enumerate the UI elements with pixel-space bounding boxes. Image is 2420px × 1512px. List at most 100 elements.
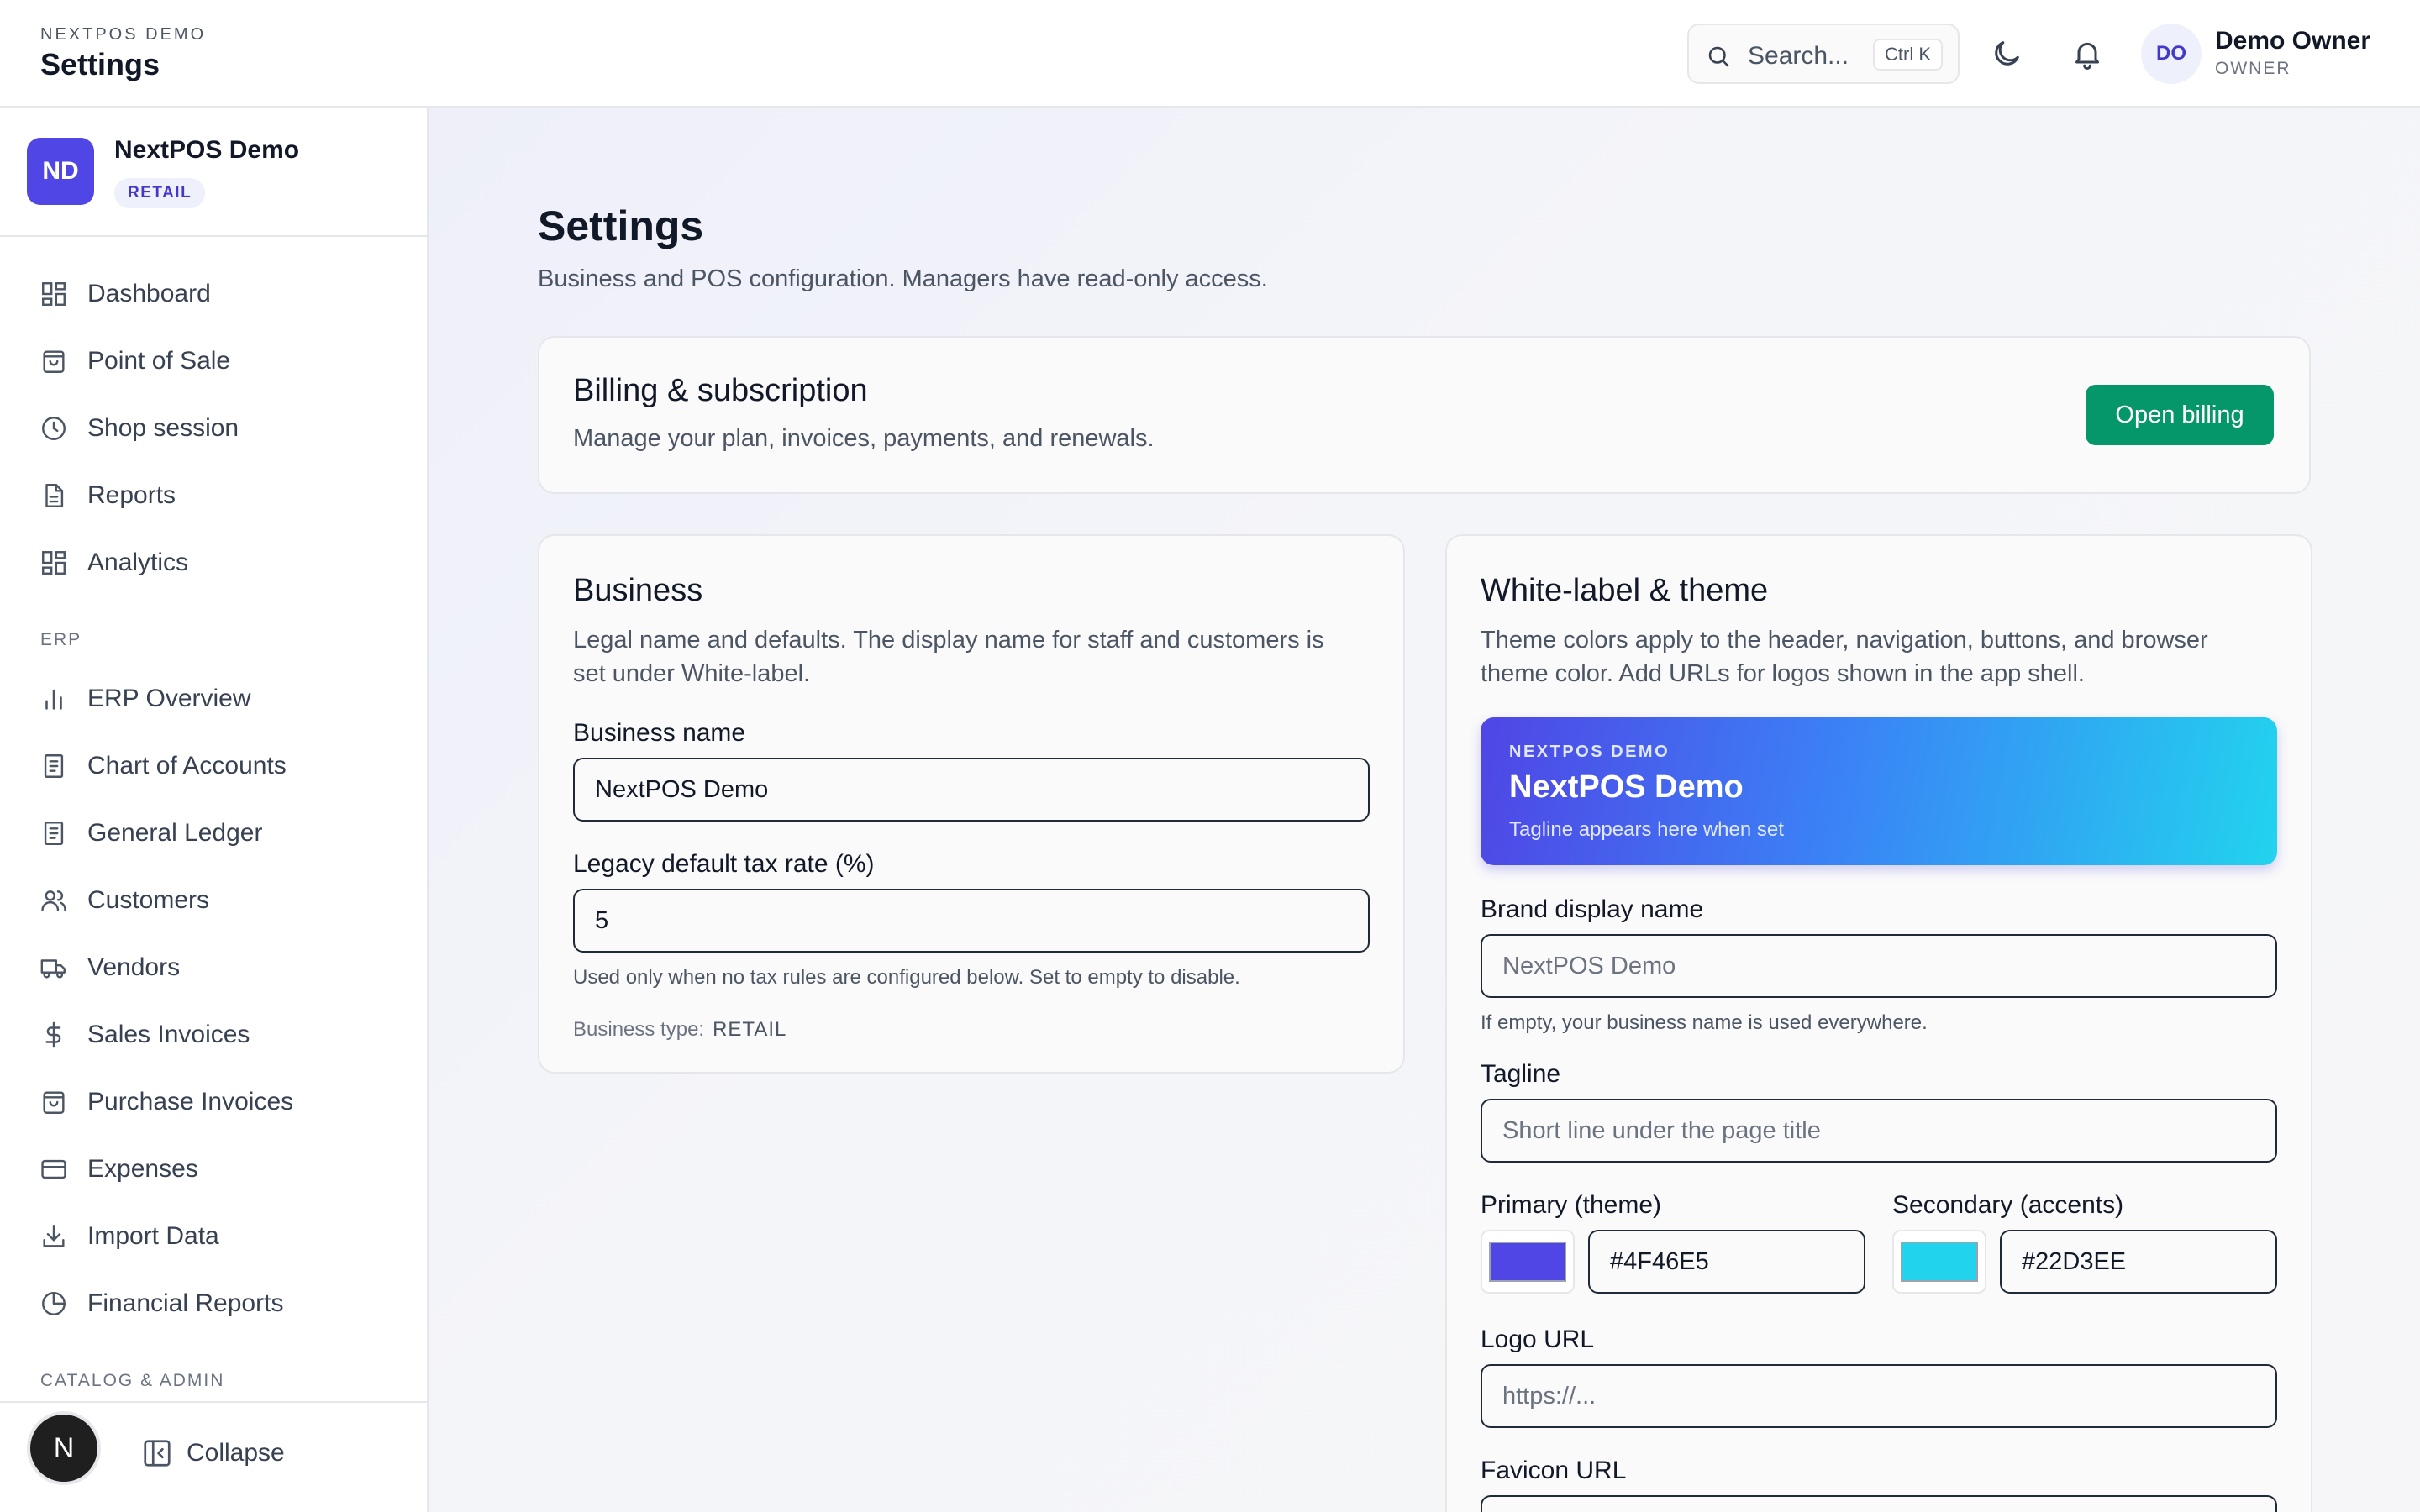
brand-display-name-label: Brand display name [1481,895,1704,923]
book-icon [37,816,71,850]
sidebar-item-label: Point of Sale [87,347,231,375]
user-role: OWNER [2215,59,2291,78]
secondary-color-label: Secondary (accents) [1892,1191,2124,1219]
business-name: NextPOS Demo [114,136,300,164]
primary-color-field[interactable] [1588,1230,1865,1294]
billing-title: Billing & subscription [573,373,868,408]
sidebar-item-import-data[interactable]: Import Data [37,1211,407,1262]
whitelabel-description-line2: theme color. Add URLs for logos shown in… [1481,660,2085,687]
header-title: Settings [40,47,160,81]
brand-display-name-field[interactable] [1481,934,2277,998]
brand-display-name-hint: If empty, your business name is used eve… [1481,1011,1928,1034]
tax-rate-field[interactable] [573,889,1370,953]
whitelabel-card-title: White-label & theme [1481,573,1769,608]
sidebar-item-expenses[interactable]: Expenses [37,1144,407,1194]
preview-brand-name: NextPOS Demo [1509,769,1744,805]
collapse-panel-icon [144,1440,171,1467]
sidebar-section-catalog-admin: CATALOG & ADMIN [40,1371,225,1390]
search-shortcut-hint: Ctrl K [1873,39,1943,71]
clock-icon [37,412,71,445]
theme-toggle-button[interactable] [1983,30,2030,77]
bell-icon [2075,42,2099,70]
whitelabel-description-line1: Theme colors apply to the header, naviga… [1481,627,2208,654]
sidebar: ND NextPOS Demo RETAIL Dashboard Point o… [0,108,429,1512]
business-type-label: Business type: [573,1018,705,1041]
shopping-bag-icon [37,344,71,378]
billing-card: Billing & subscription Manage your plan,… [538,336,2311,494]
sidebar-item-chart-of-accounts[interactable]: Chart of Accounts [37,741,407,791]
sidebar-item-financial-reports[interactable]: Financial Reports [37,1278,407,1329]
floating-app-badge[interactable]: N [30,1415,97,1482]
search-icon [1708,46,1729,67]
tagline-label: Tagline [1481,1060,1561,1088]
favicon-url-field[interactable] [1481,1495,2277,1512]
bar-chart-icon [37,682,71,716]
global-search[interactable]: Search... Ctrl K [1687,24,1960,84]
sidebar-item-reports[interactable]: Reports [37,470,407,521]
business-card-title: Business [573,573,703,608]
tax-rate-label: Legacy default tax rate (%) [573,850,875,878]
sidebar-item-erp-overview[interactable]: ERP Overview [37,674,407,724]
logo-url-field[interactable] [1481,1364,2277,1428]
top-bar: NEXTPOS DEMO Settings Search... Ctrl K D… [0,0,2420,108]
users-icon [37,884,71,917]
secondary-color-field[interactable] [2000,1230,2277,1294]
business-avatar: ND [27,138,94,205]
shopping-bag-icon [37,1085,71,1119]
sidebar-item-label: ERP Overview [87,685,251,712]
user-name[interactable]: Demo Owner [2215,27,2370,55]
business-switcher[interactable]: ND NextPOS Demo RETAIL [0,108,427,237]
business-card: Business Legal name and defaults. The di… [538,534,1405,1074]
sidebar-item-label: Purchase Invoices [87,1088,294,1116]
sidebar-item-point-of-sale[interactable]: Point of Sale [37,336,407,386]
sidebar-item-label: Financial Reports [87,1289,284,1317]
sidebar-item-label: Shop session [87,414,239,442]
sidebar-item-vendors[interactable]: Vendors [37,942,407,993]
sidebar-item-customers[interactable]: Customers [37,875,407,926]
preview-eyebrow: NEXTPOS DEMO [1509,743,1670,761]
page-subtitle: Business and POS configuration. Managers… [538,265,1268,292]
sidebar-item-label: Import Data [87,1222,219,1250]
sidebar-item-label: Analytics [87,549,189,576]
tax-rate-hint: Used only when no tax rules are configur… [573,966,1240,989]
main-content: Settings Business and POS configuration.… [429,108,2420,1512]
collapse-label: Collapse [187,1439,285,1467]
secondary-color-swatch [1901,1242,1978,1282]
collapse-sidebar-button[interactable]: Collapse [141,1433,285,1473]
secondary-color-picker[interactable] [1892,1230,1986,1294]
search-placeholder: Search... [1748,42,1849,70]
pie-chart-icon [37,1287,71,1320]
business-type-value: RETAIL [713,1018,787,1041]
primary-color-picker[interactable] [1481,1230,1575,1294]
sidebar-item-purchase-invoices[interactable]: Purchase Invoices [37,1077,407,1127]
sidebar-item-shop-session[interactable]: Shop session [37,403,407,454]
open-billing-button[interactable]: Open billing [2086,385,2274,445]
business-name-field[interactable] [573,758,1370,822]
sidebar-item-label: Dashboard [87,280,211,307]
sidebar-item-label: General Ledger [87,819,263,847]
primary-color-swatch [1489,1242,1566,1282]
brand-preview: NEXTPOS DEMO NextPOS Demo Tagline appear… [1481,717,2277,865]
favicon-url-label: Favicon URL [1481,1457,1627,1484]
download-icon [37,1220,71,1253]
sidebar-item-label: Expenses [87,1155,198,1183]
sidebar-section-erp: ERP [40,630,82,649]
notifications-button[interactable] [2064,30,2111,77]
credit-card-icon [37,1152,71,1186]
sidebar-item-sales-invoices[interactable]: Sales Invoices [37,1010,407,1060]
sidebar-item-label: Customers [87,886,210,914]
sidebar-item-analytics[interactable]: Analytics [37,538,407,588]
dashboard-icon [37,546,71,580]
tagline-field[interactable] [1481,1099,2277,1163]
app-eyebrow: NEXTPOS DEMO [40,25,207,44]
page-title: Settings [538,202,704,249]
truck-icon [37,951,71,984]
sidebar-item-label: Sales Invoices [87,1021,250,1048]
user-avatar[interactable]: DO [2141,24,2202,84]
preview-tagline: Tagline appears here when set [1509,818,1784,841]
sidebar-item-dashboard[interactable]: Dashboard [37,269,407,319]
sidebar-item-label: Chart of Accounts [87,752,287,780]
sidebar-item-general-ledger[interactable]: General Ledger [37,808,407,858]
dashboard-icon [37,277,71,311]
document-icon [37,479,71,512]
